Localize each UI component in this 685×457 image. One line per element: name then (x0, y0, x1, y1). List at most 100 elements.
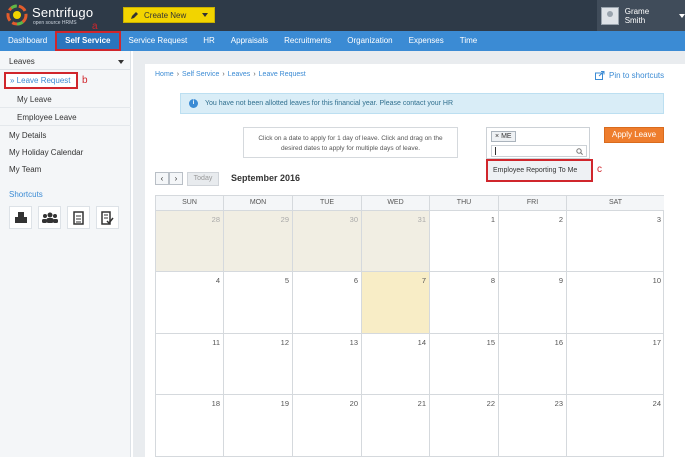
sidebar-section-label: Leaves (9, 57, 35, 66)
calendar-day-cell[interactable]: 12 (223, 334, 292, 395)
sidebar-item-holiday-calendar[interactable]: My Holiday Calendar (0, 145, 131, 161)
calendar-day-header-sun: SUN (155, 195, 223, 211)
filter-tag-me: × ME (491, 131, 516, 142)
shortcuts-title: Shortcuts (9, 190, 43, 199)
calendar-grid: SUN MON TUE WED THU FRI SAT 28 29 30 31 1 2 3 4 5 6 7 8 9 10… (155, 195, 664, 457)
calendar-day-header-sat: SAT (566, 195, 664, 211)
brand-name: Sentrifugo (32, 5, 94, 20)
user-menu[interactable]: Grame Smith (597, 0, 685, 31)
calendar-day-cell[interactable]: 10 (566, 272, 664, 334)
shortcut-checklist[interactable] (96, 206, 119, 229)
calendar-day-cell[interactable]: 20 (292, 395, 361, 457)
calendar-day-header-tue: TUE (292, 195, 361, 211)
annotation-b: b (82, 75, 88, 86)
breadcrumb-leave-request: Leave Request (258, 71, 306, 78)
calendar-day-header-mon: MON (223, 195, 292, 211)
calendar-day-cell[interactable]: 30 (292, 211, 361, 272)
calendar-day-cell[interactable]: 1 (429, 211, 498, 272)
filter-option-reporting[interactable]: Employee Reporting To Me (486, 159, 593, 182)
calendar-day-cell[interactable]: 17 (566, 334, 664, 395)
users-icon (41, 212, 58, 223)
brand-logo[interactable]: Sentrifugo open source HRMS (6, 4, 116, 28)
tag-remove-icon[interactable]: × (495, 132, 499, 141)
calendar-day-cell[interactable]: 7 (361, 272, 429, 334)
apply-leave-button[interactable]: Apply Leave (604, 127, 664, 143)
breadcrumb-separator: › (176, 71, 180, 78)
employee-filter-select[interactable]: × ME (486, 127, 590, 159)
sidebar-item-my-details[interactable]: My Details (0, 128, 131, 144)
boxes-icon (14, 211, 27, 223)
info-message: You have not been allotted leaves for th… (205, 100, 454, 107)
calendar-day-cell[interactable]: 15 (429, 334, 498, 395)
calendar-day-header-thu: THU (429, 195, 498, 211)
calendar-day-cell[interactable]: 29 (223, 211, 292, 272)
nav-expenses[interactable]: Expenses (401, 31, 452, 51)
calendar-day-cell[interactable]: 22 (429, 395, 498, 457)
calendar-day-cell[interactable]: 23 (498, 395, 566, 457)
breadcrumb-leaves[interactable]: Leaves (228, 71, 251, 78)
calendar-day-cell[interactable]: 14 (361, 334, 429, 395)
calendar-day-cell[interactable]: 28 (155, 211, 223, 272)
create-new-label: Create New (144, 10, 187, 20)
annotation-c: c (597, 164, 602, 175)
calendar-day-cell[interactable]: 13 (292, 334, 361, 395)
calendar-day-cell[interactable]: 9 (498, 272, 566, 334)
calendar-day-cell[interactable]: 18 (155, 395, 223, 457)
calendar-day-cell[interactable]: 3 (566, 211, 664, 272)
calendar-day-cell[interactable]: 31 (361, 211, 429, 272)
today-button[interactable]: Today (187, 172, 219, 186)
sentrifugo-logo-icon (6, 4, 28, 26)
breadcrumb: Home › Self Service › Leaves › Leave Req… (155, 71, 306, 78)
nav-time[interactable]: Time (452, 31, 485, 51)
nav-service-request[interactable]: Service Request (121, 31, 196, 51)
calendar-day-cell[interactable]: 21 (361, 395, 429, 457)
filter-search-input[interactable] (491, 145, 587, 157)
calendar-day-cell[interactable]: 2 (498, 211, 566, 272)
calendar-day-cell[interactable]: 8 (429, 272, 498, 334)
calendar-day-cell[interactable]: 24 (566, 395, 664, 457)
calendar-day-cell[interactable]: 16 (498, 334, 566, 395)
shortcut-boxes[interactable] (9, 206, 32, 229)
create-new-button[interactable]: Create New (123, 7, 215, 23)
breadcrumb-separator: › (222, 71, 225, 78)
sidebar-section-select[interactable]: Leaves (0, 54, 131, 70)
calendar-day-cell[interactable]: 6 (292, 272, 361, 334)
calendar-day-header-fri: FRI (498, 195, 566, 211)
instructions-box: Click on a date to apply for 1 day of le… (243, 127, 458, 158)
chevron-down-icon (118, 60, 124, 64)
top-bar: Sentrifugo open source HRMS Create New G… (0, 0, 685, 31)
chevron-down-icon (202, 13, 208, 17)
tag-label: ME (501, 133, 512, 140)
calendar-day-cell[interactable]: 19 (223, 395, 292, 457)
shortcut-document[interactable] (67, 206, 90, 229)
sidebar-item-my-team[interactable]: My Team (0, 162, 131, 178)
calendar-day-cell[interactable]: 5 (223, 272, 292, 334)
breadcrumb-home[interactable]: Home (155, 71, 174, 78)
nav-dashboard[interactable]: Dashboard (0, 31, 55, 51)
breadcrumb-self-service[interactable]: Self Service (182, 71, 219, 78)
user-name: Grame Smith (624, 6, 650, 25)
next-month-button[interactable]: › (169, 172, 183, 185)
nav-organization[interactable]: Organization (339, 31, 400, 51)
prev-month-button[interactable]: ‹ (155, 172, 169, 185)
pin-icon (595, 71, 605, 80)
calendar-day-cell[interactable]: 11 (155, 334, 223, 395)
nav-self-service[interactable]: Self Service (55, 31, 121, 51)
chevron-down-icon (679, 13, 685, 18)
pin-to-shortcuts-link[interactable]: Pin to shortcuts (595, 71, 664, 80)
nav-recruitments[interactable]: Recruitments (276, 31, 339, 51)
info-alert: i You have not been allotted leaves for … (180, 93, 664, 114)
sidebar-item-leave-request[interactable]: » Leave Request (4, 72, 78, 89)
calendar-day-header-wed: WED (361, 195, 429, 211)
nav-hr[interactable]: HR (195, 31, 223, 51)
shortcut-team[interactable] (38, 206, 61, 229)
instructions-line-2: desired dates to apply for multiple days… (280, 145, 421, 152)
sidebar-item-my-leave[interactable]: My Leave (0, 92, 131, 108)
brand-tagline: open source HRMS (33, 20, 77, 26)
sidebar-item-employee-leave[interactable]: Employee Leave (0, 110, 131, 126)
info-icon: i (189, 99, 198, 108)
document-icon (73, 210, 84, 225)
nav-appraisals[interactable]: Appraisals (223, 31, 276, 51)
pin-label: Pin to shortcuts (609, 71, 665, 80)
calendar-day-cell[interactable]: 4 (155, 272, 223, 334)
